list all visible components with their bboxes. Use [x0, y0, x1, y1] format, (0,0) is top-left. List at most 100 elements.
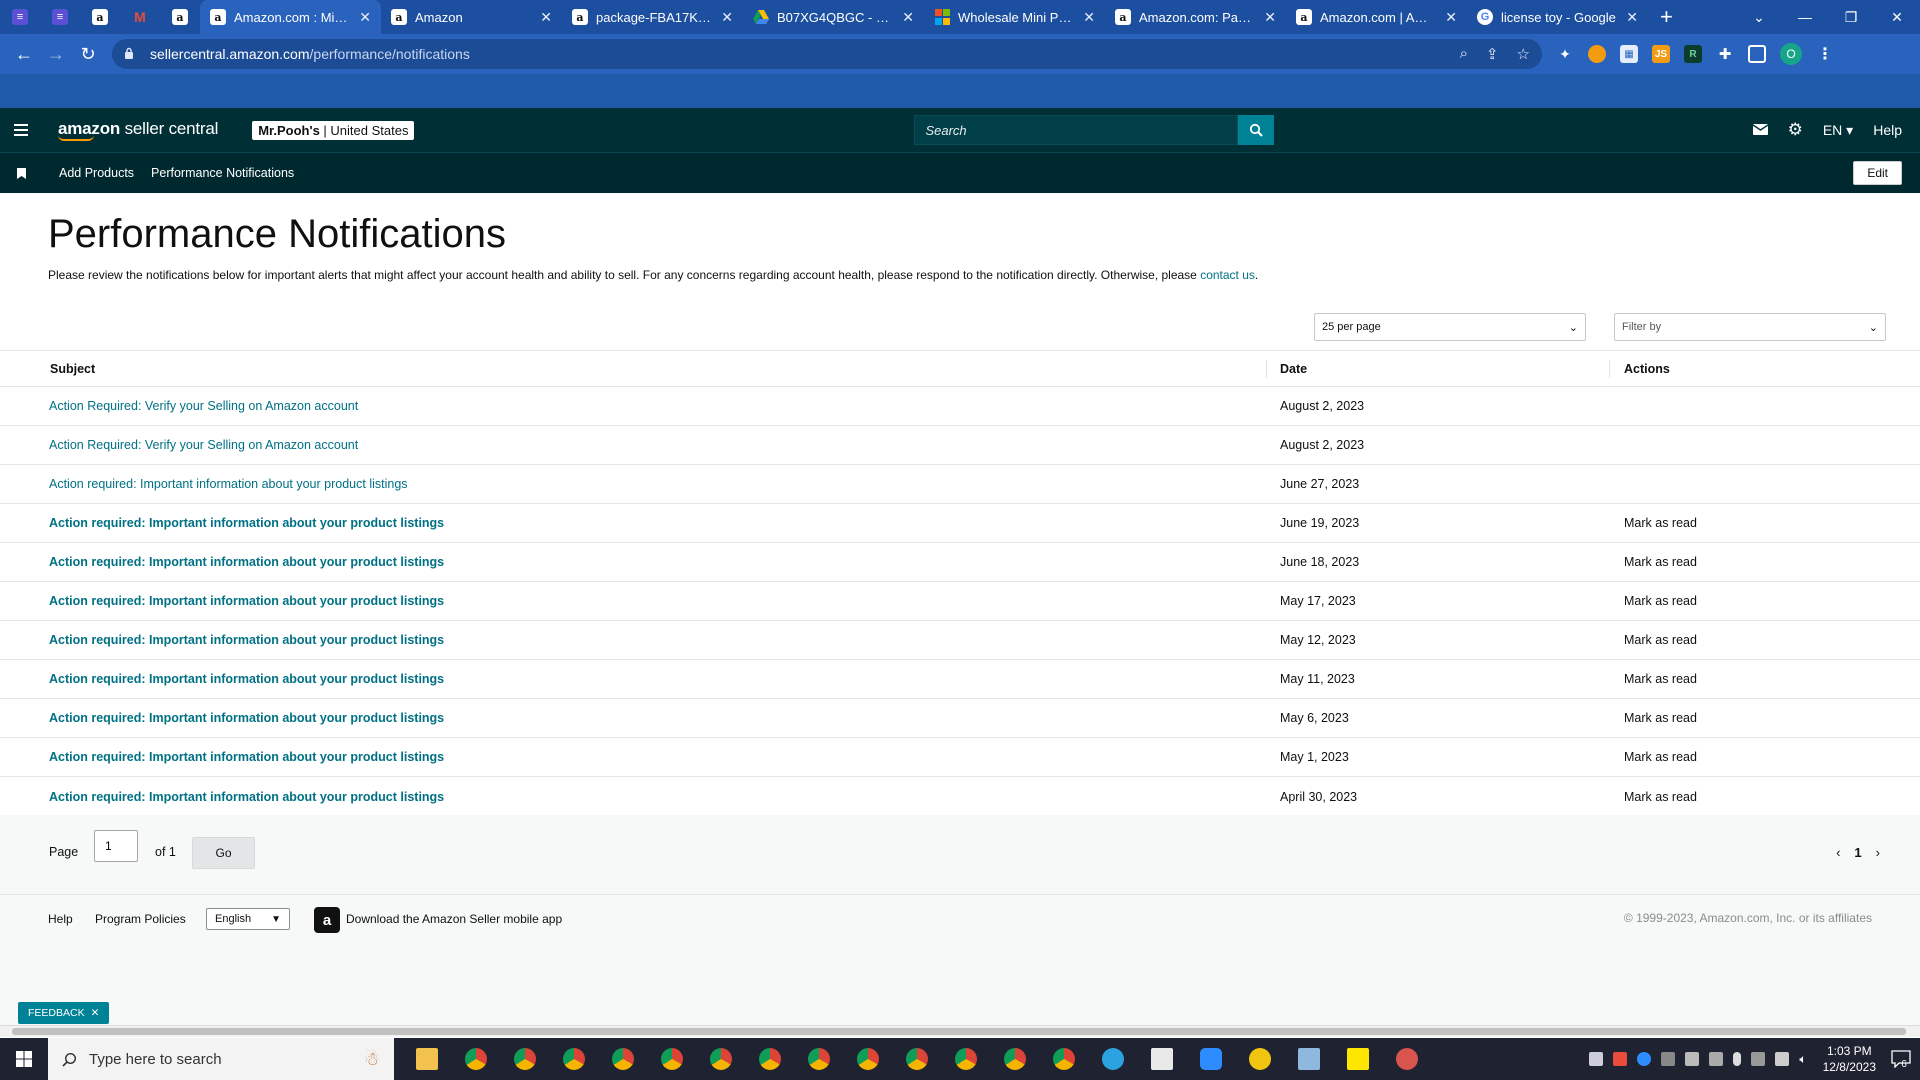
notification-subject-link[interactable]: Action required: Important information a…	[0, 477, 1267, 491]
profile-avatar[interactable]: O	[1780, 43, 1802, 65]
bookmark-star-icon[interactable]: ☆	[1517, 45, 1530, 63]
mark-as-read-link[interactable]: Mark as read	[1610, 672, 1697, 686]
browser-menu-icon[interactable]: ⋮	[1816, 45, 1834, 63]
share-icon[interactable]: ⇪	[1486, 45, 1499, 63]
chrome-profile-icon[interactable]	[598, 1038, 647, 1080]
mark-as-read-link[interactable]: Mark as read	[1610, 594, 1697, 608]
browser-tab[interactable]: a Amazon.com : Mike's ✕	[200, 0, 381, 34]
chrome-profile-icon[interactable]	[1039, 1038, 1088, 1080]
program-policies-link[interactable]: Program Policies	[95, 912, 186, 926]
browser-tab[interactable]: G license toy - Google ✕	[1467, 0, 1648, 34]
telegram-icon[interactable]	[1088, 1038, 1137, 1080]
browser-tab[interactable]: B07XG4QBGC - Goog ✕	[743, 0, 924, 34]
yellow-app-icon[interactable]	[1235, 1038, 1284, 1080]
page-number-input[interactable]	[94, 830, 138, 862]
reload-icon[interactable]: ↻	[72, 38, 104, 70]
chrome-profile-icon[interactable]	[696, 1038, 745, 1080]
chrome-profile-icon[interactable]	[794, 1038, 843, 1080]
new-tab-button[interactable]: +	[1648, 4, 1685, 30]
chrome-profile-icon[interactable]	[647, 1038, 696, 1080]
edit-button[interactable]: Edit	[1853, 161, 1902, 185]
extensions-puzzle-icon[interactable]: ✚	[1716, 45, 1734, 63]
extension-js-icon[interactable]: JS	[1652, 45, 1670, 63]
mark-as-read-link[interactable]: Mark as read	[1610, 555, 1697, 569]
seller-central-logo[interactable]: amazon seller central	[58, 120, 218, 141]
browser-tab[interactable]: a Amazon.com | Ameri ✕	[1286, 0, 1467, 34]
notification-subject-link[interactable]: Action required: Important information a…	[0, 516, 1267, 530]
close-tab-icon[interactable]: ✕	[721, 9, 733, 26]
footer-help-link[interactable]: Help	[48, 912, 73, 926]
bookmark-icon[interactable]	[0, 167, 42, 179]
mark-as-read-link[interactable]: Mark as read	[1610, 711, 1697, 725]
close-tab-icon[interactable]: ✕	[1083, 9, 1095, 26]
mark-as-read-link[interactable]: Mark as read	[1610, 750, 1697, 764]
close-tab-icon[interactable]: ✕	[540, 9, 552, 26]
close-tab-icon[interactable]: ✕	[902, 9, 914, 26]
language-selector[interactable]: EN ▾	[1823, 122, 1853, 139]
back-icon[interactable]: ←	[8, 38, 40, 70]
side-panel-icon[interactable]	[1748, 45, 1766, 63]
subnav-add-products[interactable]: Add Products	[59, 166, 134, 180]
zoom-app-icon[interactable]	[1186, 1038, 1235, 1080]
close-tab-icon[interactable]: ✕	[1445, 9, 1457, 26]
notification-subject-link[interactable]: Action Required: Verify your Selling on …	[0, 399, 1267, 413]
tray-shield-icon[interactable]	[1613, 1052, 1628, 1066]
chrome-profile-icon[interactable]	[892, 1038, 941, 1080]
current-page-number[interactable]: 1	[1854, 845, 1861, 860]
chrome-profile-icon[interactable]	[990, 1038, 1039, 1080]
browser-tab[interactable]: a Amazon ✕	[381, 0, 562, 34]
filter-by-select[interactable]: Filter by ⌄	[1614, 313, 1886, 341]
taskbar-search-box[interactable]: Type here to search ☃	[48, 1038, 394, 1080]
file-explorer-icon[interactable]	[402, 1038, 451, 1080]
windows-start-button[interactable]	[0, 1038, 48, 1080]
search-input[interactable]	[914, 115, 1239, 145]
previous-page-icon[interactable]: ‹	[1836, 845, 1840, 860]
restore-icon[interactable]: ❐	[1828, 9, 1874, 26]
mark-as-read-link[interactable]: Mark as read	[1610, 516, 1697, 530]
close-tab-icon[interactable]: ✕	[359, 9, 371, 26]
tray-zoom-icon[interactable]	[1637, 1052, 1652, 1066]
pinned-tab-3[interactable]: a	[80, 0, 120, 34]
notification-subject-link[interactable]: Action required: Important information a…	[0, 790, 1267, 804]
pinned-tab-2[interactable]: ≡	[40, 0, 80, 34]
microphone-icon[interactable]	[1733, 1052, 1742, 1066]
footer-language-select[interactable]: English ▼	[206, 908, 290, 930]
store-switcher[interactable]: Mr.Pooh's | United States	[252, 120, 415, 140]
notification-subject-link[interactable]: Action required: Important information a…	[0, 750, 1267, 764]
browser-tab[interactable]: Wholesale Mini Paw I ✕	[924, 0, 1105, 34]
extension-r-icon[interactable]: R	[1684, 45, 1702, 63]
notification-subject-link[interactable]: Action required: Important information a…	[0, 555, 1267, 569]
tray-drive-icon[interactable]	[1685, 1052, 1700, 1066]
column-header-date[interactable]: Date	[1267, 359, 1610, 378]
help-link[interactable]: Help	[1873, 122, 1902, 138]
chrome-profile-icon[interactable]	[500, 1038, 549, 1080]
close-icon[interactable]: ✕	[91, 1007, 100, 1019]
pinned-tab-1[interactable]: ≡	[0, 0, 40, 34]
snipping-tool-icon[interactable]	[1382, 1038, 1431, 1080]
per-page-select[interactable]: 25 per page ⌄	[1314, 313, 1586, 341]
mark-as-read-link[interactable]: Mark as read	[1610, 790, 1697, 804]
amazon-seller-app-icon[interactable]: a	[314, 907, 340, 933]
download-app-link[interactable]: Download the Amazon Seller mobile app	[346, 912, 562, 926]
contact-us-link[interactable]: contact us	[1200, 268, 1255, 282]
next-page-icon[interactable]: ›	[1876, 845, 1880, 860]
chrome-profile-icon[interactable]	[745, 1038, 794, 1080]
extension-image-icon[interactable]: ▦	[1620, 45, 1638, 63]
extension-sparkle-icon[interactable]: ✦	[1556, 45, 1574, 63]
hamburger-menu-icon[interactable]	[0, 124, 42, 136]
scrollbar-thumb[interactable]	[12, 1028, 1906, 1035]
tray-cloud-icon[interactable]	[1709, 1052, 1724, 1066]
forward-icon[interactable]: →	[40, 38, 72, 70]
feedback-button[interactable]: FEEDBACK ✕	[18, 1002, 110, 1024]
close-tab-icon[interactable]: ✕	[1626, 9, 1638, 26]
notepad-icon[interactable]	[1284, 1038, 1333, 1080]
settings-gear-icon[interactable]: ⚙	[1788, 120, 1803, 140]
zoom-icon[interactable]: ⌕	[1460, 45, 1468, 63]
tab-search-icon[interactable]: ⌄	[1736, 9, 1782, 26]
column-header-subject[interactable]: Subject	[0, 359, 1267, 378]
sticky-notes-icon[interactable]	[1333, 1038, 1382, 1080]
chrome-profile-icon[interactable]	[451, 1038, 500, 1080]
pinned-tab-5[interactable]: a	[160, 0, 200, 34]
minimize-icon[interactable]: —	[1782, 9, 1828, 25]
subnav-performance-notifications[interactable]: Performance Notifications	[151, 166, 294, 180]
